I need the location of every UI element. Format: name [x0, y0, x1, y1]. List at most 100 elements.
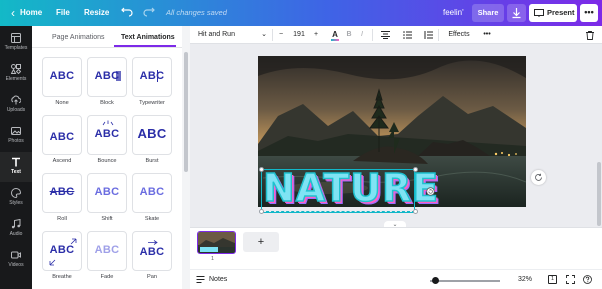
animation-preview: ABC: [94, 244, 120, 256]
notes-button[interactable]: Notes: [209, 276, 227, 283]
animation-preview: ABC: [49, 131, 75, 143]
align-center-icon: [380, 31, 390, 39]
page-count-button[interactable]: 1: [548, 275, 557, 284]
panel-scroll-thumb[interactable]: [184, 52, 188, 172]
bold-button[interactable]: B: [344, 28, 354, 42]
resize-handle-bottom-right[interactable]: [413, 209, 418, 214]
home-button[interactable]: Home: [20, 0, 42, 26]
animation-card-none[interactable]: ABC: [42, 57, 82, 97]
editor-toolbar: Hit and Run ⌄ − 191 + A B I Effects •••: [190, 26, 602, 44]
animation-preview: ABC: [139, 186, 165, 198]
sidebar-item-photos[interactable]: Photos: [0, 121, 32, 151]
sidebar-item-label: Photos: [8, 138, 24, 144]
animation-label: Ascend: [52, 158, 72, 164]
resize-button[interactable]: Resize: [84, 0, 109, 26]
font-size-input[interactable]: 191: [289, 28, 309, 42]
animation-label: Block: [100, 100, 114, 106]
spacing-button[interactable]: [423, 28, 433, 42]
toolbar-divider: [438, 29, 439, 41]
animations-panel: Page Animations Text Animations ABC None…: [32, 26, 190, 289]
canvas-scroll-thumb[interactable]: [597, 162, 601, 226]
styles-icon: [11, 188, 21, 198]
videos-icon: [11, 251, 21, 259]
animation-card-fade[interactable]: ABC: [87, 231, 127, 271]
notes-icon[interactable]: [196, 275, 205, 284]
tab-text-animations[interactable]: Text Animations: [121, 34, 175, 41]
spacing-icon: [424, 31, 433, 39]
canvas-scrollbar[interactable]: [596, 44, 602, 227]
sidebar-item-text[interactable]: Text: [0, 152, 32, 182]
page-number: 1: [211, 256, 215, 262]
present-button[interactable]: Present: [529, 4, 577, 22]
top-bar: ‹ Home File Resize All changes saved fee…: [0, 0, 602, 26]
pan-arrow: [148, 240, 158, 245]
zoom-level[interactable]: 32%: [518, 276, 532, 283]
delete-button[interactable]: [585, 28, 595, 42]
animation-preview: ABC: [94, 186, 120, 198]
download-button[interactable]: [507, 4, 526, 22]
effects-button[interactable]: Effects: [445, 28, 473, 42]
animation-card-skate[interactable]: ABC: [132, 173, 172, 213]
animation-card-shift[interactable]: ABC: [87, 173, 127, 213]
templates-icon: [11, 33, 21, 43]
trash-icon: [586, 31, 594, 40]
file-menu[interactable]: File: [56, 0, 70, 26]
fullscreen-icon[interactable]: [566, 275, 575, 284]
sidebar-item-label: Videos: [8, 262, 24, 268]
sidebar-item-uploads[interactable]: Uploads: [0, 90, 32, 120]
resize-handle-bottom-left[interactable]: [259, 209, 264, 214]
page-thumbnail-preview: [198, 232, 235, 253]
font-size-decrease-button[interactable]: −: [276, 28, 286, 42]
sidebar-item-styles[interactable]: Styles: [0, 183, 32, 213]
refresh-button[interactable]: [531, 170, 546, 185]
sidebar-item-elements[interactable]: Elements: [0, 59, 32, 89]
animation-card-pan[interactable]: ABC: [132, 231, 172, 271]
help-icon[interactable]: [583, 275, 592, 284]
color-swatch: [331, 39, 339, 41]
bounce-marks: [102, 120, 114, 126]
animation-label: Bounce: [97, 158, 117, 164]
animation-card-typewriter[interactable]: ABC: [132, 57, 172, 97]
rotate-icon[interactable]: [426, 187, 435, 196]
animation-card-bounce[interactable]: ABC: [87, 115, 127, 155]
align-center-button[interactable]: [380, 28, 390, 42]
sidebar-item-audio[interactable]: Audio: [0, 214, 32, 244]
panel-scrollbar[interactable]: [182, 26, 190, 289]
redo-icon[interactable]: [142, 6, 156, 20]
resize-handle-top-right[interactable]: [413, 167, 418, 172]
font-size-increase-button[interactable]: +: [311, 28, 321, 42]
font-family-value: Hit and Run: [198, 31, 235, 38]
download-icon: [512, 8, 521, 19]
design-title[interactable]: feelin': [443, 0, 464, 26]
left-navigation: Templates Elements Uploads Photos Text S…: [0, 26, 32, 289]
animation-card-ascend[interactable]: ABC: [42, 115, 82, 155]
list-button[interactable]: [402, 28, 412, 42]
font-family-select[interactable]: Hit and Run ⌄: [195, 28, 269, 42]
animation-preview: ABC: [94, 128, 120, 140]
back-chevron-icon[interactable]: ‹: [6, 6, 20, 20]
text-color-button[interactable]: A: [329, 28, 341, 42]
more-options-button[interactable]: •••: [580, 4, 598, 22]
resize-handle-top-left[interactable]: [259, 167, 264, 172]
tab-page-animations[interactable]: Page Animations: [52, 34, 105, 41]
page-thumbnail[interactable]: [197, 231, 236, 254]
animation-card-burst[interactable]: ABC: [132, 115, 172, 155]
toolbar-more-button[interactable]: •••: [481, 28, 493, 42]
share-button[interactable]: Share: [472, 4, 504, 22]
add-page-button[interactable]: +: [243, 232, 279, 252]
sidebar-item-videos[interactable]: Videos: [0, 245, 32, 275]
zoom-slider[interactable]: [430, 280, 500, 282]
text-selection-box[interactable]: [261, 169, 415, 213]
animation-card-breathe[interactable]: ABC: [42, 231, 82, 271]
sidebar-item-label: Uploads: [6, 107, 26, 113]
tab-divider: [32, 47, 182, 48]
selection-dash-line: [261, 211, 415, 214]
animation-card-roll[interactable]: ABC: [42, 173, 82, 213]
undo-icon[interactable]: [120, 6, 134, 20]
animation-label: Shift: [101, 216, 113, 222]
cursor-line: [157, 70, 158, 82]
animation-card-block[interactable]: ABC: [87, 57, 127, 97]
animation-preview: ABC: [49, 186, 75, 198]
italic-button[interactable]: I: [357, 28, 367, 42]
sidebar-item-templates[interactable]: Templates: [0, 28, 32, 58]
